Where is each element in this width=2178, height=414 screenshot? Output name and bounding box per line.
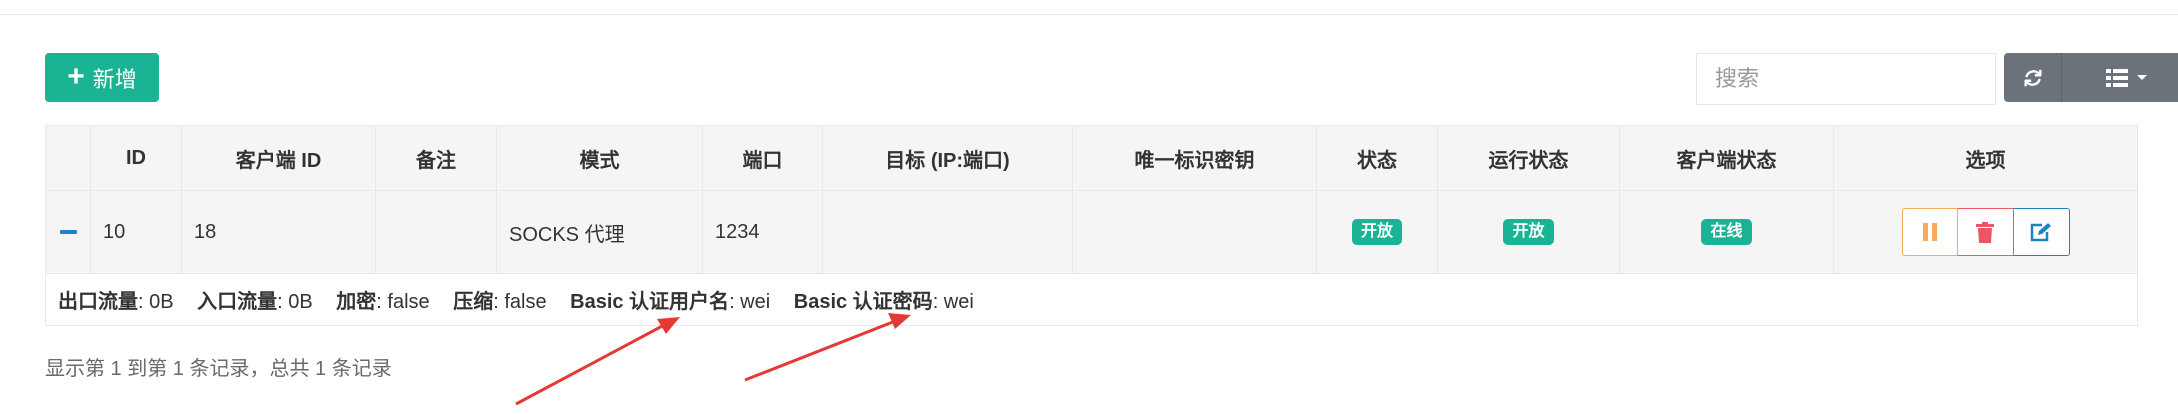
col-header-port[interactable]: 端口 [702, 125, 823, 191]
add-button-label: 新增 [92, 66, 137, 92]
table-panel: + 新增 搜索 ID 客户端 ID 备注 模式 端口 目标 (IP:端口) 唯一… [0, 0, 2178, 414]
refresh-button[interactable] [2004, 53, 2062, 102]
detail-basic-pass: Basic 认证密码: wei [793, 291, 974, 313]
table-row: 10 18 SOCKS 代理 1234 开放 开放 在线 [45, 190, 2138, 274]
detail-compress: 压缩: false [453, 291, 547, 313]
col-header-client-status[interactable]: 客户端状态 [1619, 125, 1834, 191]
list-icon [2106, 68, 2128, 87]
cell-client-status: 在线 [1619, 190, 1834, 274]
col-header-key[interactable]: 唯一标识密钥 [1072, 125, 1317, 191]
search-input[interactable] [1696, 53, 1996, 105]
col-header-remark[interactable]: 备注 [375, 125, 497, 191]
detail-encrypt: 加密: false [336, 291, 430, 313]
tunnel-table: ID 客户端 ID 备注 模式 端口 目标 (IP:端口) 唯一标识密钥 状态 … [45, 125, 2138, 326]
run-status-badge: 开放 [1503, 219, 1554, 245]
columns-toggle-button[interactable] [2062, 53, 2178, 102]
detail-cell: 出口流量: 0B 入口流量: 0B 加密: false 压缩: false Ba… [45, 273, 2138, 326]
refresh-icon [2023, 69, 2042, 86]
cell-run-status: 开放 [1437, 190, 1620, 274]
row-actions [1901, 208, 2070, 256]
col-header-client-id[interactable]: 客户端 ID [181, 125, 376, 191]
cell-client-id: 18 [181, 190, 376, 274]
col-header-run-status[interactable]: 运行状态 [1437, 125, 1620, 191]
plus-icon: + [67, 59, 85, 93]
detail-out-traffic: 出口流量: 0B [58, 291, 174, 313]
detail-basic-user: Basic 认证用户名: wei [570, 291, 771, 313]
divider [0, 14, 2178, 15]
cell-status: 开放 [1316, 190, 1438, 274]
col-header-target[interactable]: 目标 (IP:端口) [822, 125, 1073, 191]
table-header-row: ID 客户端 ID 备注 模式 端口 目标 (IP:端口) 唯一标识密钥 状态 … [45, 125, 2138, 191]
client-status-badge: 在线 [1701, 219, 1752, 245]
detail-in-traffic: 入口流量: 0B [197, 291, 313, 313]
trash-icon [1976, 221, 1994, 243]
status-badge: 开放 [1351, 219, 1402, 245]
delete-button[interactable] [1957, 208, 2014, 256]
cell-remark [375, 190, 497, 274]
cell-target [822, 190, 1073, 274]
col-header-options: 选项 [1833, 125, 2138, 191]
col-header-expand [45, 125, 91, 191]
add-button[interactable]: + 新增 [45, 53, 159, 102]
table-tools [2004, 53, 2178, 102]
cell-id: 10 [90, 190, 182, 274]
cell-mode: SOCKS 代理 [496, 190, 703, 274]
col-header-id[interactable]: ID [90, 125, 182, 191]
cell-options [1833, 190, 2138, 274]
caret-down-icon [2137, 74, 2147, 80]
collapse-toggle[interactable] [45, 190, 91, 274]
edit-button[interactable] [2013, 208, 2070, 256]
pagination-info: 显示第 1 到第 1 条记录，总共 1 条记录 [45, 358, 392, 380]
detail-row: 出口流量: 0B 入口流量: 0B 加密: false 压缩: false Ba… [45, 273, 2138, 326]
edit-icon [2030, 223, 2051, 242]
col-header-status[interactable]: 状态 [1316, 125, 1438, 191]
pause-button[interactable] [1901, 208, 1958, 256]
pause-icon [1922, 223, 1937, 241]
annotation-arrow-user [515, 317, 680, 406]
minus-icon [59, 230, 77, 235]
cell-key [1072, 190, 1317, 274]
col-header-mode[interactable]: 模式 [496, 125, 703, 191]
cell-port: 1234 [702, 190, 823, 274]
